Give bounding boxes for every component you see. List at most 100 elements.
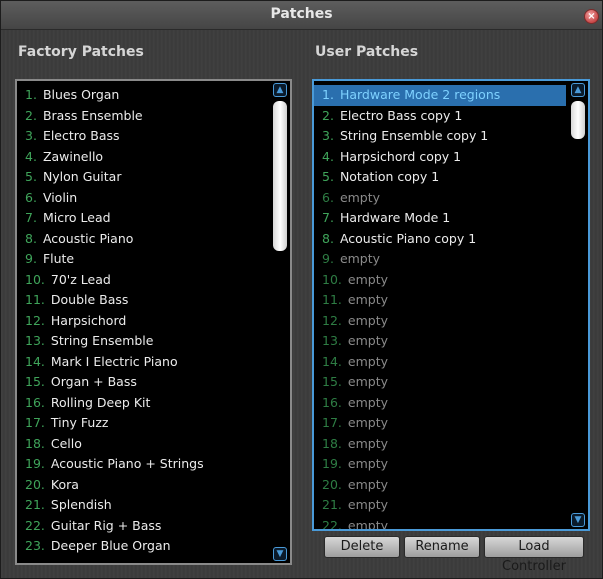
scroll-down-icon[interactable]: ▼ — [273, 547, 287, 561]
user-patch-item[interactable]: 6. empty — [314, 188, 566, 209]
patch-number: 21. — [322, 497, 342, 512]
scroll-up-icon[interactable]: ▲ — [571, 83, 585, 97]
patch-number: 20. — [25, 476, 45, 492]
user-patch-item[interactable]: 11. empty — [314, 290, 566, 311]
load-controller-button[interactable]: Load Controller — [484, 536, 584, 574]
factory-patch-item[interactable]: 5. Nylon Guitar — [17, 167, 268, 188]
factory-patch-item[interactable]: 21. Splendish — [17, 495, 268, 516]
patch-number: 14. — [25, 353, 45, 369]
patch-label: empty — [347, 456, 388, 471]
user-patch-item[interactable]: 5. Notation copy 1 — [314, 167, 566, 188]
patch-label: empty — [347, 517, 388, 530]
user-scroll-thumb[interactable] — [571, 101, 585, 139]
patch-number: 23. — [25, 538, 45, 553]
factory-patch-item[interactable]: 12. Harpsichord — [17, 311, 268, 332]
patch-number: 3. — [322, 128, 334, 143]
scroll-up-icon[interactable]: ▲ — [273, 83, 287, 97]
patch-number: 7. — [25, 210, 37, 225]
patch-label: Blues Organ — [42, 87, 120, 102]
patch-label: 70'z Lead — [50, 271, 111, 287]
factory-patch-item[interactable]: 13. String Ensemble — [17, 331, 268, 352]
user-patches-list[interactable]: 1. Hardware Mode 2 regions 2. Electro Bass … — [312, 79, 590, 531]
user-patch-item[interactable]: 2. Electro Bass copy 1 — [314, 106, 566, 127]
factory-patch-item[interactable]: 17. Tiny Fuzz — [17, 413, 268, 434]
scroll-down-icon[interactable]: ▼ — [571, 513, 585, 527]
factory-patch-item[interactable]: 14. Mark I Electric Piano — [17, 352, 268, 373]
user-patch-item[interactable]: 21. empty — [314, 495, 566, 516]
patch-number: 13. — [25, 333, 45, 348]
user-scrollbar[interactable]: ▲ ▼ — [568, 81, 588, 529]
user-patch-item[interactable]: 3. String Ensemble copy 1 — [314, 126, 566, 147]
patch-number: 11. — [322, 292, 342, 307]
patch-number: 19. — [322, 456, 342, 471]
window-title: Patches — [270, 6, 333, 22]
user-patch-item[interactable]: 15. empty — [314, 372, 566, 393]
patch-number: 1. — [322, 87, 334, 102]
factory-patch-item[interactable]: 4. Zawinello — [17, 147, 268, 168]
patch-label: Organ + Bass — [50, 374, 137, 389]
factory-patch-item[interactable]: 3. Electro Bass — [17, 126, 268, 147]
user-rows: 1. Hardware Mode 2 regions 2. Electro Bass … — [314, 85, 566, 529]
patch-number: 8. — [322, 230, 334, 246]
user-patch-item[interactable]: 10. empty — [314, 270, 566, 291]
user-patch-item[interactable]: 17. empty — [314, 413, 566, 434]
user-patch-item[interactable]: 9. empty — [314, 249, 566, 270]
factory-patch-item[interactable]: 6. Violin — [17, 188, 268, 209]
factory-patch-item[interactable]: 1. Blues Organ — [17, 85, 268, 106]
factory-scroll-thumb[interactable] — [273, 101, 287, 251]
patch-number: 17. — [25, 415, 45, 430]
user-patch-item[interactable]: 14. empty — [314, 352, 566, 373]
patch-label: Flute — [42, 251, 75, 266]
patch-number: 11. — [25, 292, 45, 307]
factory-patch-item[interactable]: 8. Acoustic Piano — [17, 229, 268, 250]
factory-patch-item[interactable]: 18. Cello — [17, 434, 268, 455]
patch-number: 22. — [322, 517, 342, 530]
patch-label: empty — [347, 353, 388, 369]
patch-number: 8. — [25, 230, 37, 246]
close-icon[interactable]: × — [584, 9, 599, 24]
factory-patch-item[interactable]: 9. Flute — [17, 249, 268, 270]
patch-label: Double Bass — [50, 292, 129, 307]
user-patch-item[interactable]: 16. empty — [314, 393, 566, 414]
factory-patch-item[interactable]: 22. Guitar Rig + Bass — [17, 516, 268, 537]
user-patches-title: User Patches — [315, 44, 419, 60]
factory-patch-item[interactable]: 10. 70'z Lead — [17, 270, 268, 291]
patch-number: 9. — [25, 251, 37, 266]
delete-button[interactable]: Delete — [324, 536, 400, 558]
patch-number: 7. — [322, 210, 334, 225]
user-patch-item[interactable]: 19. empty — [314, 454, 566, 475]
user-patch-item[interactable]: 18. empty — [314, 434, 566, 455]
patch-number: 6. — [322, 189, 334, 205]
patch-label: empty — [347, 374, 388, 389]
factory-patch-item[interactable]: 2. Brass Ensemble — [17, 106, 268, 127]
factory-patch-item[interactable]: 19. Acoustic Piano + Strings — [17, 454, 268, 475]
factory-patch-item[interactable]: 7. Micro Lead — [17, 208, 268, 229]
factory-patch-item[interactable]: 20. Kora — [17, 475, 268, 496]
user-patch-item[interactable]: 13. empty — [314, 331, 566, 352]
user-patch-item[interactable]: 4. Harpsichord copy 1 — [314, 147, 566, 168]
patch-number: 10. — [25, 271, 45, 287]
patch-label: Cello — [50, 435, 82, 451]
user-patch-item[interactable]: 22. empty — [314, 516, 566, 530]
patch-number: 9. — [322, 251, 334, 266]
patch-label: Electro Bass copy 1 — [339, 107, 463, 123]
factory-patch-item[interactable]: 16. Rolling Deep Kit — [17, 393, 268, 414]
rename-button[interactable]: Rename — [404, 536, 480, 558]
patch-label: Deeper Blue Organ — [50, 538, 171, 553]
factory-patch-item[interactable]: 11. Double Bass — [17, 290, 268, 311]
user-patch-item[interactable]: 1. Hardware Mode 2 regions — [314, 85, 566, 106]
user-patch-item[interactable]: 8. Acoustic Piano copy 1 — [314, 229, 566, 250]
factory-scrollbar[interactable]: ▲ ▼ — [270, 81, 290, 563]
factory-patch-item[interactable]: 23. Deeper Blue Organ — [17, 536, 268, 557]
factory-patches-list[interactable]: 1. Blues Organ 2. Brass Ensemble 3. Electro B… — [15, 79, 292, 565]
patch-number: 16. — [25, 394, 45, 410]
patches-window: Patches × Factory Patches User Patches 1… — [0, 0, 603, 579]
factory-patch-item[interactable]: 15. Organ + Bass — [17, 372, 268, 393]
patch-label: Hardware Mode 1 — [339, 210, 451, 225]
patch-number: 13. — [322, 333, 342, 348]
user-patch-item[interactable]: 12. empty — [314, 311, 566, 332]
user-patch-item[interactable]: 7. Hardware Mode 1 — [314, 208, 566, 229]
patch-label: Violin — [42, 189, 78, 205]
user-patch-item[interactable]: 20. empty — [314, 475, 566, 496]
patch-number: 19. — [25, 456, 45, 471]
